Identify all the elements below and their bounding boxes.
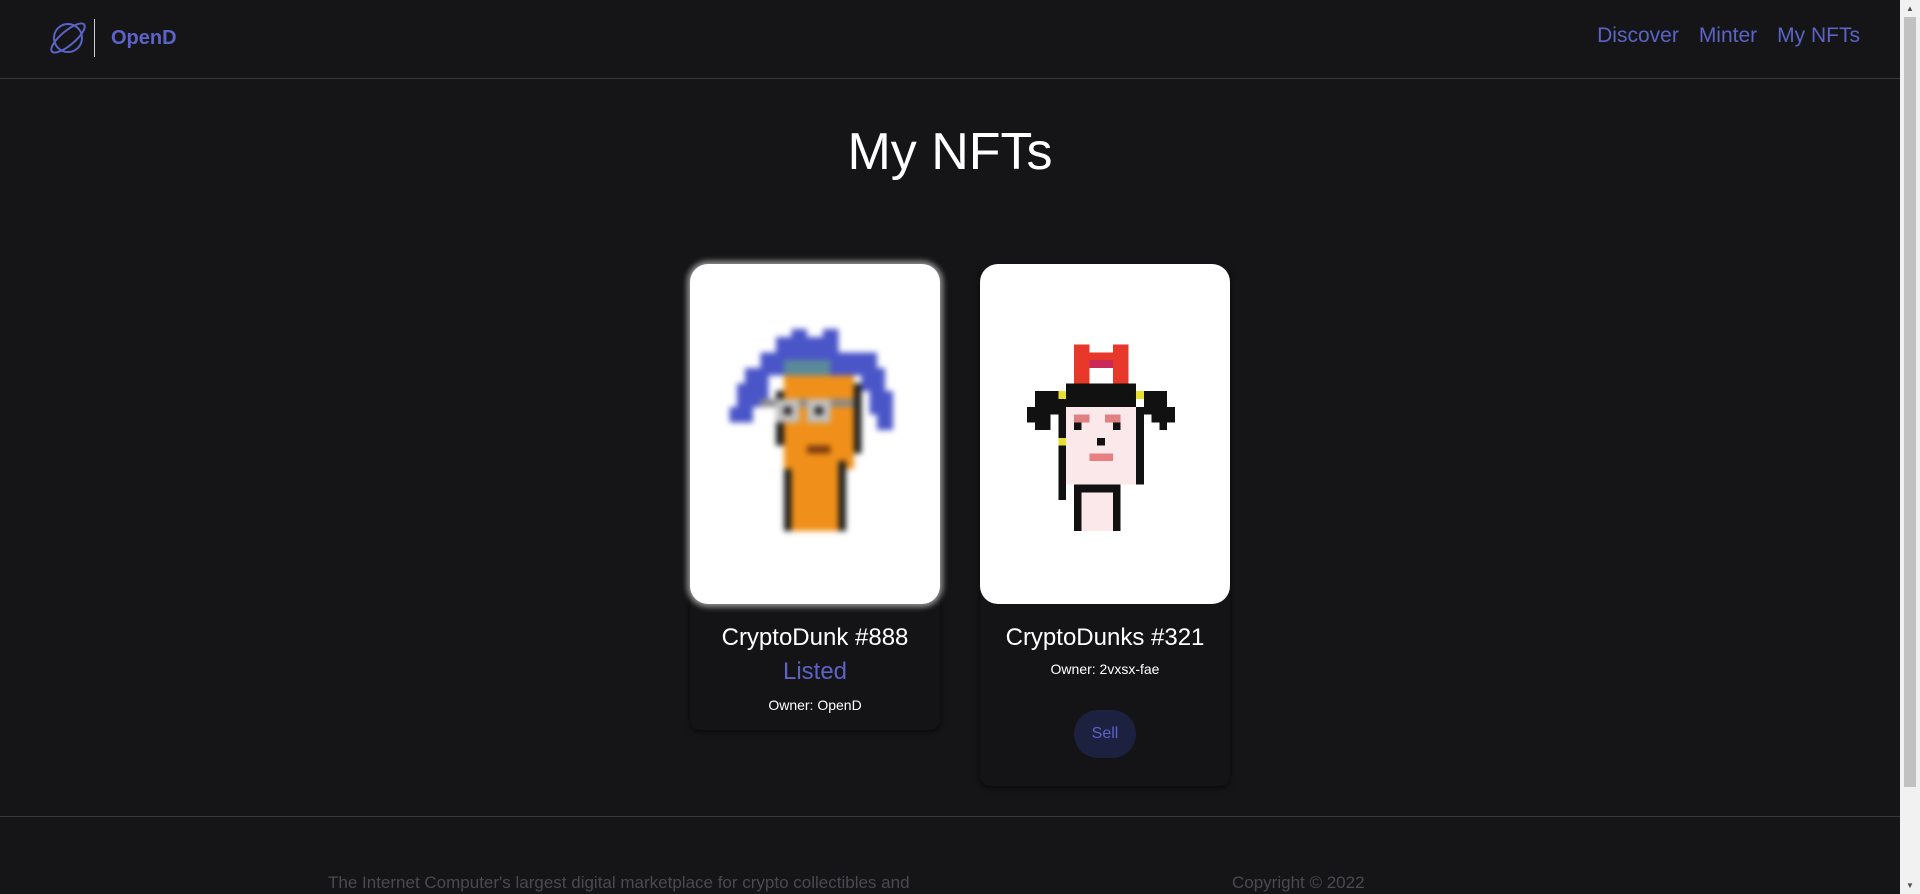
nft-name: CryptoDunk #888 — [721, 624, 909, 651]
nft-status-listed: Listed — [782, 658, 848, 685]
nft-name: CryptoDunks #321 — [1005, 624, 1205, 651]
nav-discover[interactable]: Discover — [1597, 24, 1679, 48]
footer-description: The Internet Computer's largest digital … — [328, 873, 910, 892]
site-header: OpenD Discover Minter My NFTs — [0, 0, 1900, 79]
nft-owner: Owner: OpenD — [768, 697, 862, 713]
nft-gallery: CryptoDunk #888 Listed Owner: OpenD Cryp… — [690, 264, 1230, 786]
nft-artwork — [1027, 344, 1175, 532]
nav-my-nfts[interactable]: My NFTs — [1777, 24, 1860, 48]
vertical-scrollbar[interactable]: ▲ ▼ — [1900, 0, 1920, 894]
scroll-up-arrow-icon[interactable]: ▲ — [1900, 0, 1920, 17]
brand-name[interactable]: OpenD — [111, 27, 177, 50]
main-nav: Discover Minter My NFTs — [1597, 24, 1860, 48]
planet-icon — [50, 22, 86, 54]
logo[interactable]: OpenD — [47, 17, 177, 59]
nft-artwork — [729, 329, 893, 532]
page-title: My NFTs — [847, 123, 1053, 181]
nft-owner: Owner: 2vxsx-fae — [1050, 661, 1160, 677]
scrollbar-thumb[interactable] — [1904, 17, 1916, 787]
site-footer: The Internet Computer's largest digital … — [0, 816, 1900, 894]
sell-button[interactable]: Sell — [1074, 710, 1136, 758]
logo-divider — [94, 19, 95, 57]
scroll-down-arrow-icon[interactable]: ▼ — [1900, 877, 1920, 894]
nft-image[interactable] — [980, 264, 1230, 604]
nft-card[interactable]: CryptoDunk #888 Listed Owner: OpenD — [690, 264, 940, 730]
footer-copyright: Copyright © 2022 — [1232, 873, 1365, 892]
nft-card[interactable]: CryptoDunks #321 Owner: 2vxsx-fae Sell — [980, 264, 1230, 786]
nft-image[interactable] — [690, 264, 940, 604]
nav-minter[interactable]: Minter — [1699, 24, 1757, 48]
